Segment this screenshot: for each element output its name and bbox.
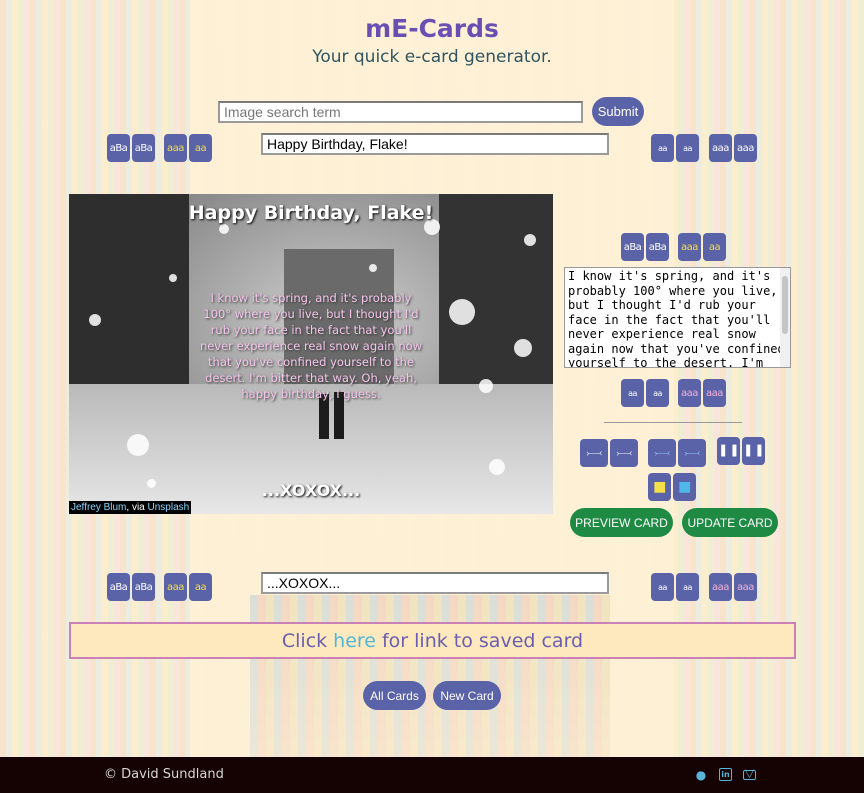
align-center-button-1[interactable]: ⤚⤙ — [648, 439, 676, 467]
message-size-button-2[interactable]: aa — [646, 379, 669, 407]
bottom-font-button-1[interactable]: aBa — [107, 573, 130, 601]
snowflake — [169, 274, 177, 282]
card-bottom-text: ...XOXOX... — [261, 481, 361, 500]
message-color-button-1[interactable]: aaa — [678, 233, 701, 261]
update-card-button[interactable]: UPDATE CARD — [682, 508, 778, 537]
photo-credit: Jeffrey Blum, via Unsplash — [69, 501, 192, 514]
message-case-button-1[interactable]: aaa — [678, 379, 701, 407]
image-search-input[interactable] — [218, 101, 583, 123]
align-center-button-2[interactable]: ⤚⤙ — [678, 439, 706, 467]
snowflake — [219, 224, 229, 234]
bottom-size-button-2[interactable]: aa — [676, 573, 699, 601]
top-case-button-2[interactable]: aaa — [734, 134, 757, 162]
message-font-button-1[interactable]: aBa — [621, 233, 644, 261]
bottom-size-button-1[interactable]: aa — [651, 573, 674, 601]
snowflake — [369, 264, 377, 272]
top-case-button-1[interactable]: aaa — [709, 134, 732, 162]
message-case-button-2[interactable]: aaa — [703, 379, 726, 407]
bottom-color-button-1[interactable]: aaa — [164, 573, 187, 601]
box-color-button-1[interactable]: ■ — [648, 473, 671, 501]
snowflake — [514, 339, 532, 357]
copyright-text: © David Sundland — [104, 767, 224, 782]
new-card-button[interactable]: New Card — [433, 681, 501, 710]
building-left — [69, 194, 189, 394]
message-scroll-thumb[interactable] — [782, 276, 788, 334]
top-size-button-1[interactable]: aa — [651, 134, 674, 162]
box-color-button-2[interactable]: ■ — [673, 473, 696, 501]
align-left-button[interactable]: ⤚⤙ — [580, 439, 608, 467]
store-floor — [250, 595, 610, 757]
saved-card-link-box: Click here for link to saved card — [69, 622, 796, 659]
all-cards-button[interactable]: All Cards — [363, 681, 426, 710]
align-right-button[interactable]: ⤚⤙ — [610, 439, 638, 467]
snowflake — [127, 434, 149, 456]
bottom-font-button-2[interactable]: aBa — [132, 573, 155, 601]
link-suffix: for link to saved card — [381, 629, 584, 652]
snowflake — [489, 459, 505, 475]
message-font-button-2[interactable]: aBa — [646, 233, 669, 261]
bottom-case-button-2[interactable]: aaa — [734, 573, 757, 601]
snowflake — [89, 314, 101, 326]
message-size-button-1[interactable]: aa — [621, 379, 644, 407]
top-font-button-1[interactable]: aBa — [107, 134, 130, 162]
message-color-button-2[interactable]: aa — [703, 233, 726, 261]
top-font-button-2[interactable]: aBa — [132, 134, 155, 162]
bottom-color-button-2[interactable]: aa — [189, 573, 212, 601]
credit-source-link[interactable]: Unsplash — [148, 502, 190, 513]
card-preview: Happy Birthday, Flake! I know it's sprin… — [69, 194, 553, 514]
page-subtitle: Your quick e-card generator. — [312, 47, 552, 67]
submit-button[interactable]: Submit — [592, 97, 644, 126]
preview-card-button[interactable]: PREVIEW CARD — [570, 508, 673, 537]
footer: © David Sundland ● in ╲╱ — [0, 757, 864, 793]
divider — [604, 422, 742, 423]
valign-button-2[interactable]: ▌▐ — [742, 437, 765, 465]
page-title: mE-Cards — [365, 14, 499, 43]
snowflake — [479, 379, 493, 393]
credit-via: , via — [126, 502, 148, 513]
top-size-button-2[interactable]: aa — [676, 134, 699, 162]
top-color-button-2[interactable]: aa — [189, 134, 212, 162]
snowflake — [524, 234, 536, 246]
bottom-case-button-1[interactable]: aaa — [709, 573, 732, 601]
link-prefix: Click — [281, 629, 328, 652]
linkedin-icon[interactable]: in — [719, 768, 732, 781]
github-icon[interactable]: ● — [694, 768, 708, 782]
snowflake — [449, 299, 475, 325]
top-text-input[interactable] — [261, 133, 609, 155]
bottom-text-input[interactable] — [261, 572, 609, 594]
credit-author-link[interactable]: Jeffrey Blum — [71, 502, 126, 513]
top-color-button-1[interactable]: aaa — [164, 134, 187, 162]
card-top-text: Happy Birthday, Flake! — [188, 202, 434, 224]
mail-icon[interactable]: ╲╱ — [743, 770, 756, 780]
saved-card-link[interactable]: here — [333, 630, 376, 652]
card-message-text: I know it's spring, and it's probably 10… — [199, 291, 423, 401]
message-textarea[interactable] — [564, 267, 791, 368]
valign-button-1[interactable]: ▌▐ — [717, 437, 740, 465]
